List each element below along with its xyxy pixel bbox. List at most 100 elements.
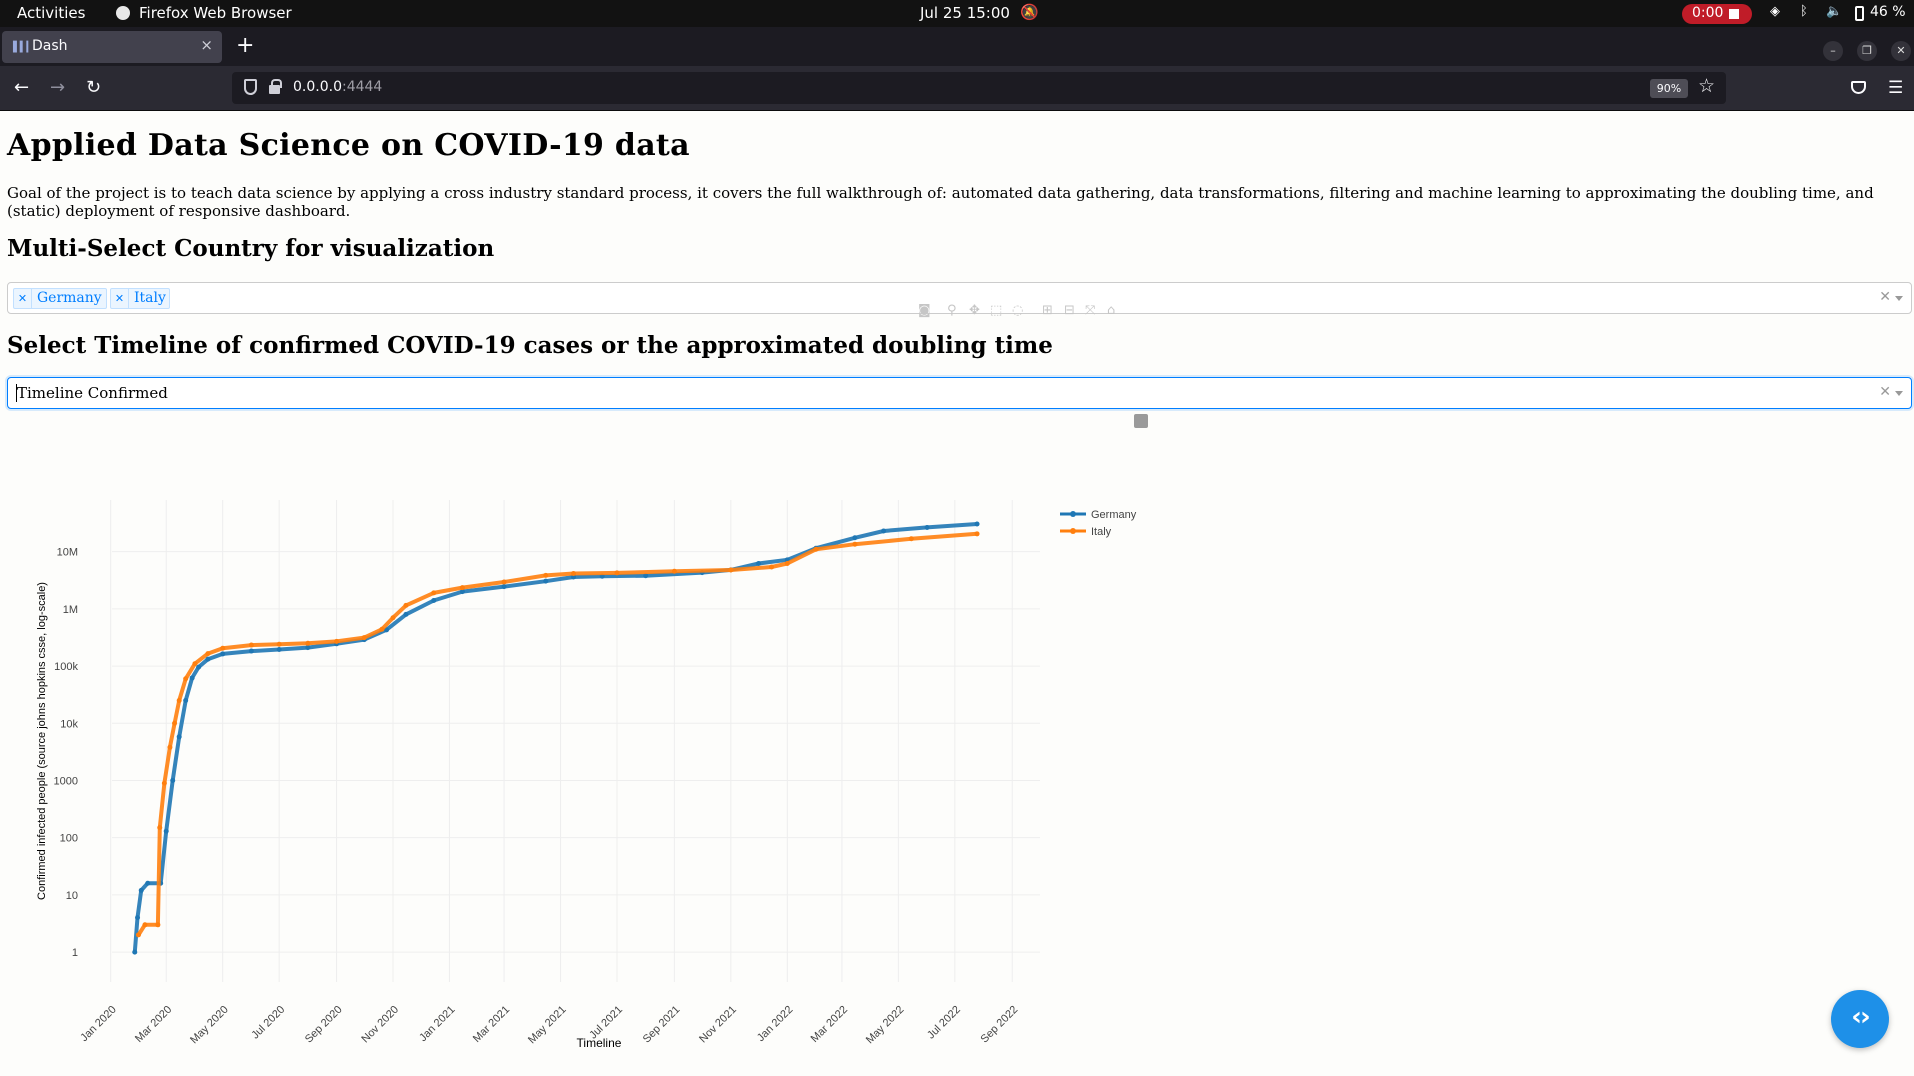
tracking-shield-icon[interactable]	[244, 79, 257, 95]
y-tick-label: 100	[60, 833, 78, 845]
data-point	[248, 642, 254, 648]
legend-marker	[1070, 511, 1076, 517]
data-point	[570, 571, 576, 577]
y-tick-label: 10	[66, 890, 78, 902]
x-tick-label: Jan 2020	[78, 1004, 118, 1044]
page-title: Applied Data Science on COVID-19 data	[7, 128, 690, 163]
data-point	[220, 645, 226, 651]
x-axis-title: Timeline	[577, 1036, 622, 1050]
timeline-select-heading: Select Timeline of confirmed COVID-19 ca…	[7, 332, 1053, 359]
minimize-icon[interactable]: –	[1823, 41, 1843, 61]
code-toggle-button[interactable]: ‹›	[1831, 990, 1889, 1048]
tab-dash[interactable]: ▌▍▎ Dash ×	[2, 31, 222, 63]
clock[interactable]: Jul 25 15:00	[920, 4, 1010, 22]
series-line-italy	[136, 531, 978, 936]
y-tick-label: 10k	[60, 718, 78, 730]
data-point	[908, 536, 914, 542]
x-tick-label: May 2022	[864, 1004, 907, 1047]
series-germany	[132, 521, 980, 955]
x-tick-label: Jul 2020	[249, 1004, 287, 1042]
reset-axes-icon[interactable]: ⌂	[1107, 303, 1115, 318]
record-time: 0:00	[1692, 5, 1724, 21]
menu-icon[interactable]: ☰	[1888, 78, 1903, 98]
legend-item-germany[interactable]: Germany	[1060, 509, 1137, 521]
tab-title: Dash	[32, 38, 68, 54]
firefox-icon	[116, 6, 130, 20]
x-tick-label: Nov 2020	[359, 1004, 401, 1046]
y-tick-label: 1M	[63, 604, 78, 616]
address-bar[interactable]: 0.0.0.0:4444 90% ☆	[232, 72, 1726, 104]
dropdown-arrow-icon[interactable]	[1895, 391, 1903, 396]
zoom-in-icon[interactable]: ⊞	[1042, 303, 1053, 318]
data-point	[769, 564, 775, 570]
y-tick-label: 100k	[54, 661, 78, 673]
covid-timeline-chart: 1 10 100 1000 10k 100k 1M 10M Jan 2020 Mar 2020 M…	[36, 500, 1137, 1050]
data-point	[142, 922, 148, 928]
timeline-dropdown[interactable]: Timeline Confirmed ✕	[7, 377, 1912, 409]
legend-marker	[1070, 528, 1076, 534]
legend-item-italy[interactable]: Italy	[1060, 526, 1112, 538]
data-point	[924, 524, 930, 530]
autoscale-icon[interactable]: ⤧	[1085, 303, 1095, 318]
series-line-germany	[132, 522, 978, 953]
plotly-logo-icon[interactable]	[1134, 414, 1148, 428]
zoom-level-badge[interactable]: 90%	[1650, 79, 1688, 98]
screen-record-indicator[interactable]: 0:00	[1682, 4, 1752, 24]
forward-icon[interactable]: →	[50, 77, 65, 98]
x-tick-label: Mar 2022	[809, 1004, 850, 1045]
zoom-out-icon[interactable]: ⊟	[1064, 303, 1075, 318]
navigation-bar: ← → ↻ 0.0.0.0:4444 90% ☆ ☰	[0, 66, 1914, 111]
chart-series	[132, 521, 980, 955]
country-select-heading: Multi-Select Country for visualization	[7, 235, 495, 262]
timeline-selected-value: Timeline Confirmed	[17, 384, 168, 402]
data-point	[974, 531, 980, 537]
reload-icon[interactable]: ↻	[86, 77, 101, 98]
url-text[interactable]: 0.0.0.0:4444	[293, 79, 382, 95]
lock-icon[interactable]	[269, 79, 282, 94]
clear-selection-icon[interactable]: ✕	[1879, 384, 1891, 400]
app-menu[interactable]: Firefox Web Browser	[139, 4, 292, 22]
close-tab-icon[interactable]: ×	[200, 36, 213, 54]
data-point	[459, 585, 465, 591]
camera-icon[interactable]: ◙	[918, 303, 931, 318]
box-select-icon[interactable]: ⬚	[990, 303, 1002, 318]
data-point	[881, 528, 887, 534]
data-point	[379, 626, 385, 632]
data-point	[161, 780, 167, 786]
data-point	[167, 744, 173, 750]
data-point	[176, 734, 182, 740]
data-point	[334, 638, 340, 644]
chart-legend[interactable]: Germany Italy	[1060, 509, 1137, 538]
system-top-bar: Activities Firefox Web Browser Jul 25 15…	[0, 0, 1914, 27]
wifi-icon: ◈	[1770, 4, 1780, 19]
close-window-icon[interactable]: ✕	[1891, 41, 1911, 61]
y-tick-label: 1	[72, 947, 78, 959]
lasso-select-icon[interactable]: ◌	[1012, 303, 1023, 318]
data-point	[852, 541, 858, 547]
back-icon[interactable]: ←	[14, 77, 29, 98]
bookmark-star-icon[interactable]: ☆	[1698, 75, 1715, 97]
restore-icon[interactable]: ❐	[1857, 41, 1877, 61]
data-point	[176, 698, 182, 704]
dash-favicon-icon: ▌▍▎	[13, 42, 34, 53]
y-tick-label: 1000	[54, 775, 78, 787]
data-point	[543, 578, 549, 584]
x-tick-label: Sep 2022	[979, 1004, 1021, 1046]
pocket-icon[interactable]	[1851, 81, 1866, 94]
x-tick-label: Jan 2022	[755, 1004, 795, 1044]
x-tick-label: Nov 2021	[697, 1004, 739, 1046]
volume-icon: 🔈	[1826, 4, 1843, 19]
zoom-icon[interactable]: ⚲	[947, 303, 957, 318]
pan-icon[interactable]: ✥	[969, 303, 980, 318]
x-tick-label: Jan 2021	[417, 1004, 457, 1044]
battery-percent: 46 %	[1870, 4, 1906, 20]
data-point	[135, 932, 141, 938]
project-description: Goal of the project is to teach data sci…	[7, 184, 1874, 220]
y-axis-tick-labels: 1 10 100 1000 10k 100k 1M 10M	[54, 547, 79, 959]
activities-button[interactable]: Activities	[17, 4, 85, 22]
new-tab-icon[interactable]: +	[236, 33, 254, 58]
dropdown-arrow-icon[interactable]	[1895, 296, 1903, 301]
legend-label: Italy	[1091, 526, 1112, 538]
x-tick-label: Mar 2021	[471, 1004, 512, 1045]
data-point	[163, 828, 169, 834]
